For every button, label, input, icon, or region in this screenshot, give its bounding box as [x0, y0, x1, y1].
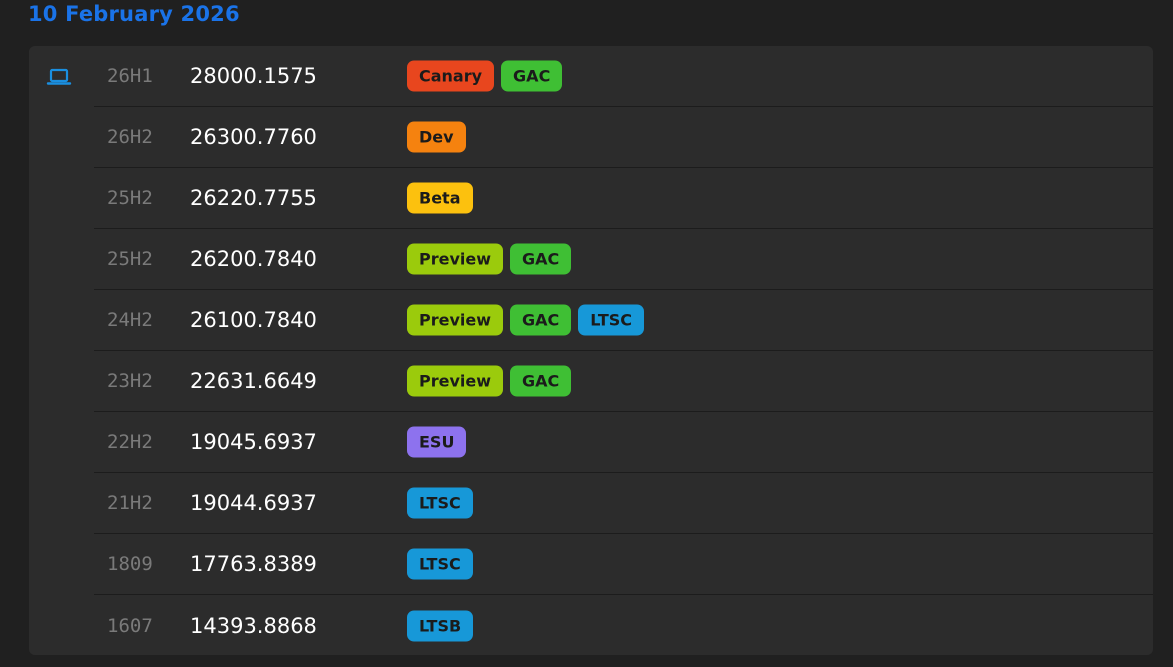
- release-row: 23H2 22631.6649 Preview GAC: [94, 351, 1153, 412]
- channel-tags: Beta: [407, 182, 473, 214]
- channel-tag-gac: GAC: [501, 60, 563, 92]
- channel-tags: Preview GAC: [407, 243, 572, 275]
- build-number: 26300.7760: [190, 125, 317, 149]
- channel-tag-preview: Preview: [407, 243, 504, 275]
- build-number: 22631.6649: [190, 369, 317, 393]
- channel-tag-ltsc: LTSC: [407, 487, 473, 519]
- date-heading: 10 February 2026: [28, 2, 240, 26]
- version-label: 1607: [107, 614, 153, 637]
- release-row: 26H1 28000.1575 Canary GAC: [94, 46, 1153, 107]
- version-label: 21H2: [107, 492, 153, 514]
- channel-tag-ltsc: LTSC: [578, 304, 645, 336]
- channel-tag-gac: GAC: [510, 365, 572, 397]
- channel-tag-esu: ESU: [407, 426, 467, 458]
- version-label: 25H2: [107, 248, 153, 270]
- build-number: 19044.6937: [190, 491, 317, 515]
- page: 10 February 2026 26H1 28000.1575 Canary GAC…: [0, 0, 1173, 667]
- release-row: 1809 17763.8389 LTSC: [94, 534, 1153, 595]
- version-label: 22H2: [107, 431, 153, 453]
- channel-tag-gac: GAC: [510, 243, 572, 275]
- release-row: 21H2 19044.6937 LTSC: [94, 473, 1153, 534]
- channel-tag-dev: Dev: [407, 121, 466, 153]
- build-number: 28000.1575: [190, 64, 317, 88]
- version-label: 1809: [107, 553, 153, 575]
- build-number: 26220.7755: [190, 186, 317, 210]
- channel-tag-beta: Beta: [407, 182, 473, 214]
- version-label: 26H1: [107, 65, 153, 87]
- channel-tags: LTSC: [407, 487, 473, 519]
- channel-tag-preview: Preview: [407, 365, 504, 397]
- release-row: 22H2 19045.6937 ESU: [94, 412, 1153, 473]
- channel-tag-ltsb: LTSB: [407, 610, 474, 641]
- channel-tag-gac: GAC: [510, 304, 572, 336]
- build-number: 26100.7840: [190, 308, 317, 332]
- release-row: 25H2 26220.7755 Beta: [94, 168, 1153, 229]
- version-label: 26H2: [107, 126, 153, 148]
- channel-tags: Canary GAC: [407, 60, 563, 92]
- channel-tags: LTSB: [407, 610, 474, 641]
- channel-tag-canary: Canary: [407, 60, 495, 92]
- release-card: 26H1 28000.1575 Canary GAC 26H2 26300.7760 Dev…: [29, 46, 1153, 655]
- release-row: 24H2 26100.7840 Preview GAC LTSC: [94, 290, 1153, 351]
- channel-tags: ESU: [407, 426, 467, 458]
- version-label: 24H2: [107, 309, 153, 331]
- release-list: 26H1 28000.1575 Canary GAC 26H2 26300.7760 Dev…: [94, 46, 1153, 656]
- channel-tag-ltsc: LTSC: [407, 548, 473, 580]
- build-number: 14393.8868: [190, 613, 317, 638]
- release-row: 25H2 26200.7840 Preview GAC: [94, 229, 1153, 290]
- version-label: 25H2: [107, 187, 153, 209]
- channel-tag-preview: Preview: [407, 304, 504, 336]
- version-label: 23H2: [107, 370, 153, 392]
- build-number: 17763.8389: [190, 552, 317, 576]
- channel-tags: LTSC: [407, 548, 473, 580]
- laptop-icon: [46, 68, 72, 85]
- build-number: 26200.7840: [190, 247, 317, 271]
- channel-tags: Preview GAC: [407, 365, 572, 397]
- release-row: 1607 14393.8868 LTSB: [94, 595, 1153, 656]
- channel-tags: Dev: [407, 121, 466, 153]
- release-row: 26H2 26300.7760 Dev: [94, 107, 1153, 168]
- channel-tags: Preview GAC LTSC: [407, 304, 645, 336]
- build-number: 19045.6937: [190, 430, 317, 454]
